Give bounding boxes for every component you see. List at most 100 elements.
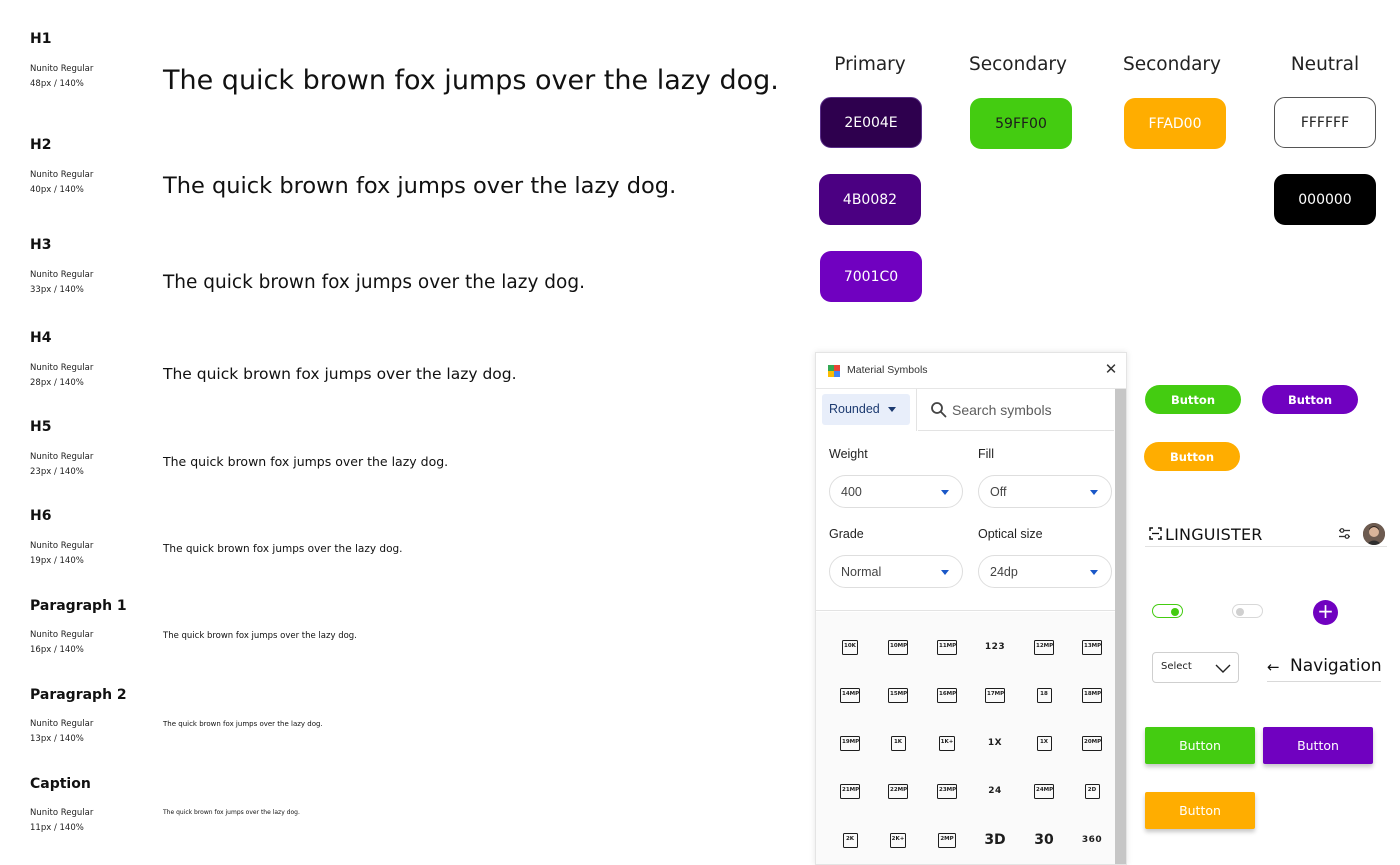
scrollbar[interactable] xyxy=(1115,389,1126,864)
tune-icon[interactable] xyxy=(1338,527,1351,540)
symbol-glyph-icon[interactable]: 2K+ xyxy=(888,830,908,850)
pill-button-orange[interactable]: Button xyxy=(1144,442,1240,471)
optical-size-value: 24dp xyxy=(990,565,1018,579)
material-symbols-title: Material Symbols xyxy=(847,364,928,376)
weight-select[interactable]: 400 xyxy=(829,475,963,508)
symbol-glyph-icon[interactable]: 14MP xyxy=(840,685,860,705)
select-label: Select xyxy=(1161,661,1192,672)
type-style-font: Nunito Regular xyxy=(30,541,94,551)
symbol-glyph-icon[interactable]: 11MP xyxy=(937,637,957,657)
scan-icon xyxy=(1149,527,1162,540)
caret-down-icon xyxy=(888,407,896,412)
type-style-paragraph-1: Paragraph 1 Nunito Regular 16px / 140% T… xyxy=(30,598,810,668)
symbol-glyph-label: 10MP xyxy=(888,639,908,655)
symbol-glyph-icon[interactable]: 20MP xyxy=(1082,733,1102,753)
pill-button-green[interactable]: Button xyxy=(1145,385,1241,414)
symbol-glyph-icon[interactable]: 13MP xyxy=(1082,637,1102,657)
symbol-glyph-icon[interactable]: 1X xyxy=(1034,733,1054,753)
symbol-glyph-icon[interactable]: 15MP xyxy=(888,685,908,705)
search-input[interactable] xyxy=(952,400,1102,420)
symbol-glyph-icon[interactable]: 10MP xyxy=(888,637,908,657)
symbol-glyph-label: 123 xyxy=(984,642,1006,652)
symbol-glyph-icon[interactable]: 1X xyxy=(985,733,1005,753)
symbol-glyph-icon[interactable]: 24 xyxy=(985,781,1005,801)
symbol-glyph-icon[interactable]: 23MP xyxy=(937,781,957,801)
symbol-glyph-icon[interactable]: 16MP xyxy=(937,685,957,705)
swatch-7001c0: 7001C0 xyxy=(820,251,922,302)
type-sample-h6: The quick brown fox jumps over the lazy … xyxy=(163,543,403,555)
type-sample-h3: The quick brown fox jumps over the lazy … xyxy=(163,272,585,293)
select-dropdown[interactable]: Select xyxy=(1152,652,1239,683)
symbol-glyph-icon[interactable]: 10K xyxy=(840,637,860,657)
type-style-name: Paragraph 1 xyxy=(30,598,127,614)
symbol-glyph-label: 11MP xyxy=(937,639,957,655)
swatch-ffffff: FFFFFF xyxy=(1274,97,1376,148)
symbol-glyph-icon[interactable]: 17MP xyxy=(985,685,1005,705)
toggle-knob xyxy=(1236,608,1244,616)
symbol-glyph-icon[interactable]: 19MP xyxy=(840,733,860,753)
type-style-name: H6 xyxy=(30,508,52,524)
symbol-glyph-label: 30 xyxy=(1034,832,1054,848)
caret-down-icon xyxy=(941,570,949,575)
swatch-2e004e: 2E004E xyxy=(820,97,922,148)
symbol-glyph-icon[interactable]: 22MP xyxy=(888,781,908,801)
grade-select[interactable]: Normal xyxy=(829,555,963,588)
add-fab-button[interactable]: + xyxy=(1313,600,1338,625)
symbol-glyph-label: 24MP xyxy=(1034,783,1054,799)
avatar[interactable] xyxy=(1363,523,1385,545)
type-style-spec: 16px / 140% xyxy=(30,645,84,655)
symbol-glyph-label: 22MP xyxy=(888,783,908,799)
symbol-glyph-label: 3D xyxy=(984,832,1006,848)
chevron-down-icon xyxy=(1215,664,1231,673)
fill-select[interactable]: Off xyxy=(978,475,1112,508)
symbol-glyph-label: 16MP xyxy=(937,687,957,703)
symbol-glyph-icon[interactable]: 123 xyxy=(985,637,1005,657)
symbol-glyph-icon[interactable]: 30 xyxy=(1034,830,1054,850)
navigation-label: Navigation xyxy=(1290,656,1382,676)
pill-button-purple[interactable]: Button xyxy=(1262,385,1358,414)
type-style-h4: H4 Nunito Regular 28px / 140% The quick … xyxy=(30,330,810,400)
symbol-glyph-label: 14MP xyxy=(840,687,860,703)
swatch-ffad00: FFAD00 xyxy=(1124,98,1226,149)
symbol-glyph-icon[interactable]: 1K+ xyxy=(937,733,957,753)
type-style-spec: 23px / 140% xyxy=(30,467,84,477)
symbol-glyph-icon[interactable]: 2K xyxy=(840,830,860,850)
symbol-glyph-icon[interactable]: 2MP xyxy=(937,830,957,850)
toggle-on[interactable] xyxy=(1152,604,1183,618)
type-style-font: Nunito Regular xyxy=(30,270,94,280)
symbol-glyph-icon[interactable]: 3D xyxy=(984,830,1006,850)
raised-button-purple[interactable]: Button xyxy=(1263,727,1373,764)
symbol-glyph-icon[interactable]: 2D xyxy=(1082,781,1102,801)
symbol-settings: Weight Fill 400 Off Grade Optical size N… xyxy=(816,431,1115,611)
symbol-glyph-icon[interactable]: 21MP xyxy=(840,781,860,801)
caret-down-icon xyxy=(1090,570,1098,575)
symbol-glyph-label: 1X xyxy=(987,738,1003,748)
optical-size-select[interactable]: 24dp xyxy=(978,555,1112,588)
type-style-spec: 28px / 140% xyxy=(30,378,84,388)
symbol-glyph-icon[interactable]: 1K xyxy=(888,733,908,753)
symbol-glyph-icon[interactable]: 360 xyxy=(1082,830,1102,850)
close-icon[interactable]: ✕ xyxy=(1104,362,1118,378)
divider xyxy=(916,389,917,431)
raised-button-orange[interactable]: Button xyxy=(1145,792,1255,829)
type-style-spec: 40px / 140% xyxy=(30,185,84,195)
palette-header-neutral: Neutral xyxy=(1290,54,1360,75)
symbol-glyph-label: 2K xyxy=(842,832,858,848)
toggle-off[interactable] xyxy=(1232,604,1263,618)
type-sample-h5: The quick brown fox jumps over the lazy … xyxy=(163,454,449,469)
optical-size-label: Optical size xyxy=(978,527,1043,541)
symbol-glyph-label: 360 xyxy=(1081,835,1103,845)
symbol-glyph-label: 19MP xyxy=(840,735,860,751)
symbol-glyph-icon[interactable]: 12MP xyxy=(1034,637,1054,657)
app-bar: LINGUISTER xyxy=(1145,520,1387,547)
navigation-link[interactable]: ← Navigation xyxy=(1267,654,1382,682)
symbol-glyph-icon[interactable]: 24MP xyxy=(1034,781,1054,801)
grade-value: Normal xyxy=(841,565,882,579)
type-style-h1: H1 Nunito Regular 48px / 140% The quick … xyxy=(30,31,810,111)
raised-button-green[interactable]: Button xyxy=(1145,727,1255,764)
symbol-glyph-icon[interactable]: 18 xyxy=(1034,685,1054,705)
icon-style-dropdown[interactable]: Rounded xyxy=(822,394,910,425)
symbol-glyph-icon[interactable]: 18MP xyxy=(1082,685,1102,705)
fill-value: Off xyxy=(990,485,1007,499)
type-sample-paragraph-2: The quick brown fox jumps over the lazy … xyxy=(163,720,323,728)
